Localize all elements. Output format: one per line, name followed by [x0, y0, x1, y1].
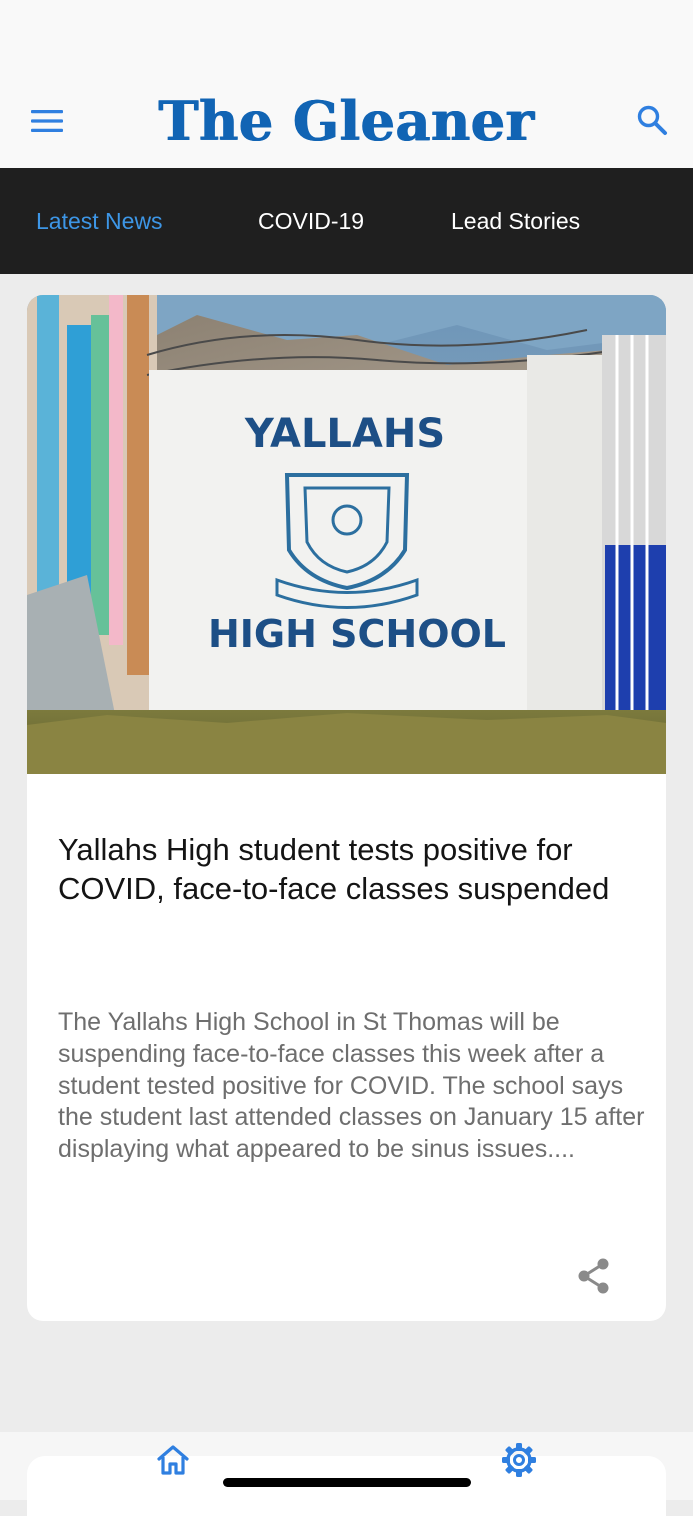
sign-text-yallahs: YALLAHS — [244, 411, 445, 457]
tab-lead-stories[interactable]: Lead Stories — [451, 168, 580, 274]
home-icon — [157, 1445, 189, 1475]
tab-latest-news[interactable]: Latest News — [36, 168, 163, 274]
sign-text-high-school: HIGH SCHOOL — [208, 612, 506, 656]
article-summary: The Yallahs High School in St Thomas wil… — [58, 1008, 645, 1164]
article-card[interactable]: YALLAHS HIGH SCHOOL Yallahs High student… — [27, 295, 666, 1321]
brand-title: The Gleaner — [158, 89, 535, 153]
status-bar — [0, 0, 693, 72]
article-image: YALLAHS HIGH SCHOOL — [27, 295, 666, 774]
search-icon — [637, 105, 667, 135]
brand-logo: The Gleaner — [140, 86, 553, 156]
menu-button[interactable] — [24, 98, 70, 144]
hamburger-menu-icon — [31, 110, 63, 132]
section-tabs: Latest News COVID-19 Lead Stories — [0, 168, 693, 274]
app-header: The Gleaner — [0, 72, 693, 168]
nav-home-button[interactable] — [151, 1440, 195, 1480]
home-indicator — [223, 1478, 471, 1487]
nav-settings-button[interactable] — [498, 1440, 540, 1480]
search-button[interactable] — [628, 96, 676, 144]
article-title[interactable]: Yallahs High student tests positive for … — [58, 831, 643, 908]
share-icon — [578, 1258, 609, 1294]
share-button[interactable] — [571, 1253, 617, 1299]
gear-icon — [502, 1443, 536, 1477]
tab-covid-19[interactable]: COVID-19 — [258, 168, 364, 274]
